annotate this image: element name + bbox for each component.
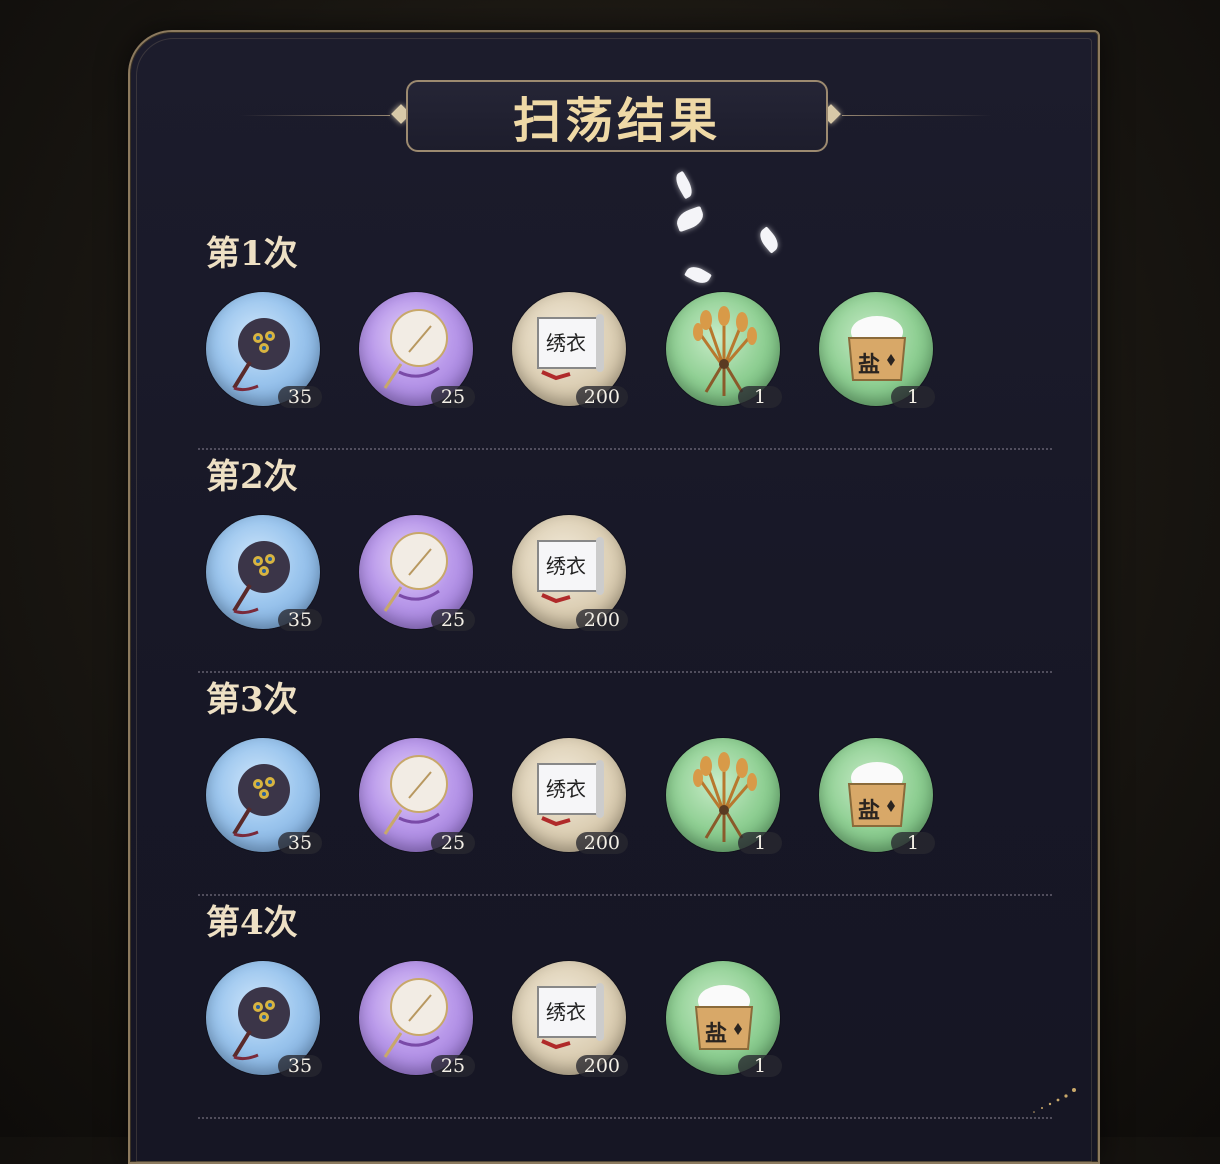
round-silk-fan-item[interactable]: 25: [359, 515, 475, 631]
item-quantity: 200: [575, 609, 628, 631]
round-label: 第2次: [206, 457, 298, 497]
embroidery-scroll-item[interactable]: 绣衣 200: [512, 738, 628, 854]
item-quantity: 200: [575, 386, 628, 408]
round-silk-fan-item[interactable]: 25: [359, 738, 475, 854]
salt-box-item[interactable]: 盐1: [819, 292, 935, 408]
reward-items-row: 35 25 绣衣 200: [206, 515, 1086, 635]
round-divider: [198, 671, 1052, 673]
gold-dots-ornament-icon: [1033, 1088, 1076, 1113]
sweep-results-panel: ••• ••• 扫荡结果 第1次3525绣衣2001盐1第2次3525绣衣200…: [128, 30, 1100, 1164]
item-quantity: 25: [431, 609, 475, 631]
svg-text:绣衣: 绣衣: [546, 1000, 586, 1024]
title-ornament-line-left: [240, 115, 390, 116]
peacock-feather-fan-item[interactable]: 35: [206, 961, 322, 1077]
round-divider: [198, 1117, 1052, 1119]
salt-box-item[interactable]: 盐1: [819, 738, 935, 854]
round-divider: [198, 448, 1052, 450]
title-ornament-line-right: [842, 115, 992, 116]
feather-particle: [673, 205, 707, 233]
item-quantity: 35: [278, 1055, 322, 1077]
item-quantity: 35: [278, 386, 322, 408]
item-quantity: 200: [575, 832, 628, 854]
item-quantity: 25: [431, 1055, 475, 1077]
item-quantity: 35: [278, 609, 322, 631]
embroidery-scroll-item[interactable]: 绣衣 200: [512, 961, 628, 1077]
item-quantity: 1: [891, 832, 935, 854]
round-silk-fan-item[interactable]: 25: [359, 292, 475, 408]
round-section: 第1次 35 25 绣衣 200 1 盐 1: [206, 232, 1086, 412]
item-quantity: 1: [738, 1055, 782, 1077]
reward-items-row: 35 25 绣衣 200 盐 1: [206, 961, 1086, 1081]
svg-text:绣衣: 绣衣: [546, 777, 586, 801]
embroidery-scroll-item[interactable]: 绣衣 200: [512, 292, 628, 408]
peacock-feather-fan-item[interactable]: 35: [206, 738, 322, 854]
wheat-bundle-item[interactable]: 1: [666, 292, 782, 408]
svg-text:绣衣: 绣衣: [546, 554, 586, 578]
reward-items-row: 35 25 绣衣 200 1 盐 1: [206, 738, 1086, 858]
embroidery-scroll-item[interactable]: 绣衣 200: [512, 515, 628, 631]
wheat-bundle-item[interactable]: 1: [666, 738, 782, 854]
round-silk-fan-item[interactable]: 25: [359, 961, 475, 1077]
salt-box-item[interactable]: 盐1: [666, 961, 782, 1077]
peacock-feather-fan-item[interactable]: 35: [206, 515, 322, 631]
feather-particle: [672, 170, 696, 200]
item-quantity: 25: [431, 832, 475, 854]
round-section: 第4次 35 25 绣衣 200 盐 1: [206, 901, 1086, 1081]
svg-text:盐: 盐: [705, 1021, 727, 1047]
peacock-feather-fan-item[interactable]: 35: [206, 292, 322, 408]
item-quantity: 25: [431, 386, 475, 408]
round-section: 第3次 35 25 绣衣 200 1 盐 1: [206, 678, 1086, 858]
round-section: 第2次 35 25 绣衣 200: [206, 455, 1086, 635]
round-label: 第3次: [206, 680, 298, 720]
round-divider: [198, 894, 1052, 896]
item-quantity: 200: [575, 1055, 628, 1077]
title-plate: 扫荡结果: [406, 80, 828, 152]
round-label: 第4次: [206, 903, 298, 943]
item-quantity: 1: [891, 386, 935, 408]
item-quantity: 1: [738, 386, 782, 408]
item-quantity: 35: [278, 832, 322, 854]
round-label: 第1次: [206, 234, 298, 274]
page-title: 扫荡结果: [512, 93, 721, 149]
svg-text:盐: 盐: [858, 352, 880, 378]
item-quantity: 1: [738, 832, 782, 854]
reward-items-row: 35 25 绣衣 200 1 盐 1: [206, 292, 1086, 412]
svg-text:盐: 盐: [858, 798, 880, 824]
svg-text:绣衣: 绣衣: [546, 331, 586, 355]
